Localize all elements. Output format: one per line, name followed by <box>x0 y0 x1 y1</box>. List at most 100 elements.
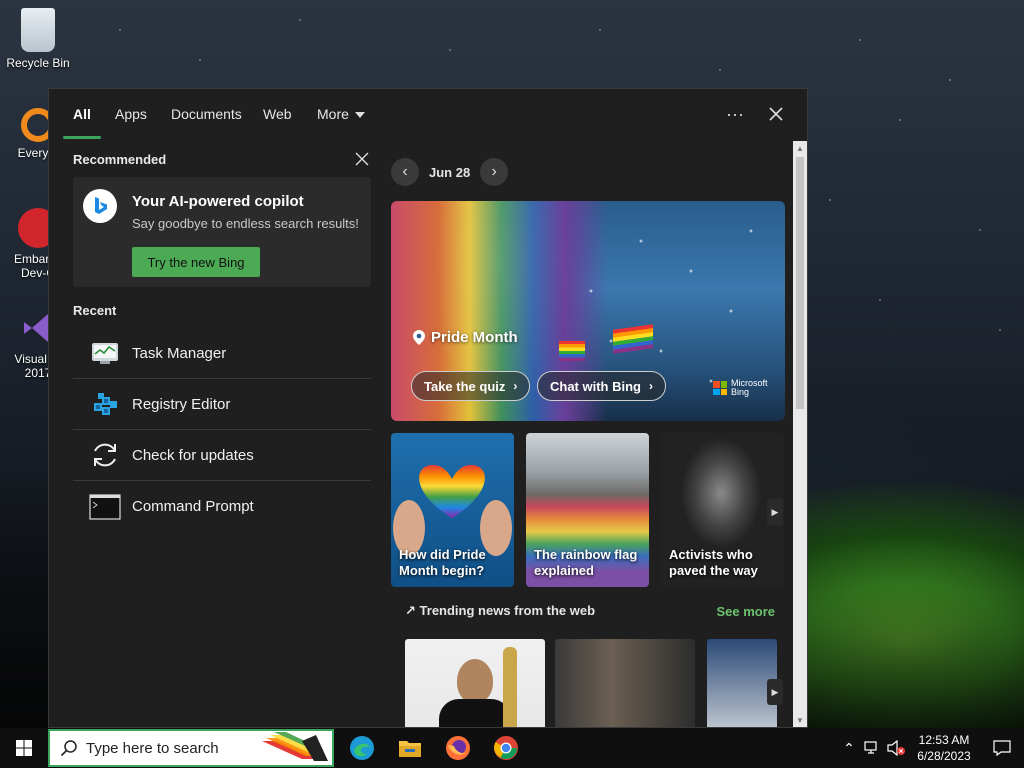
recent-item-label: Command Prompt <box>132 498 254 515</box>
caret-right-icon: ▶ <box>771 686 779 697</box>
story-tile[interactable]: The rainbow flag explained <box>526 433 649 587</box>
network-icon[interactable] <box>860 741 884 755</box>
file-explorer-icon <box>399 741 421 757</box>
microsoft-bing-logo: Microsoft Bing <box>713 379 769 397</box>
trending-header: ↗ Trending news from the web See more <box>405 603 775 619</box>
bing-promo-card: Your AI-powered copilot Say goodbye to e… <box>73 177 371 287</box>
next-tiles-button[interactable]: ▶ <box>767 499 783 525</box>
notification-center-button[interactable] <box>980 740 1024 756</box>
taskbar-chrome[interactable] <box>482 728 530 768</box>
tile-title: Activists who paved the way <box>669 547 758 578</box>
tab-web[interactable]: Web <box>263 106 292 122</box>
recent-item-task-manager[interactable]: Task Manager <box>73 328 371 379</box>
tab-more-label: More <box>317 106 349 122</box>
microsoft-logo-icon <box>713 381 727 395</box>
chevron-right-icon: › <box>513 379 518 393</box>
taskbar-firefox[interactable] <box>434 728 482 768</box>
left-column: Recommended Your AI-powered copilot Say … <box>73 151 371 532</box>
volume-muted-icon[interactable] <box>884 740 908 756</box>
search-tabs: All Apps Documents Web More ··· <box>49 89 807 139</box>
story-tile[interactable]: How did Pride Month begin? <box>391 433 514 587</box>
chat-with-bing-button[interactable]: Chat with Bing › <box>537 371 666 401</box>
registry-editor-icon <box>88 387 122 421</box>
close-search-button[interactable] <box>761 101 791 127</box>
pill-label: Take the quiz <box>424 378 506 394</box>
next-day-button[interactable]: › <box>480 158 509 186</box>
taskbar-edge[interactable] <box>338 728 386 768</box>
card-title: Your AI-powered copilot <box>132 193 304 210</box>
scrollbar-thumb[interactable] <box>796 157 804 409</box>
rainbow-flag-image <box>559 341 585 361</box>
clock-time: 12:53 AM <box>918 733 970 747</box>
clock[interactable]: 12:53 AM 6/28/2023 <box>908 732 980 764</box>
recent-item-command-prompt[interactable]: Command Prompt <box>73 481 371 532</box>
news-image <box>457 659 493 703</box>
date-label: Jun 28 <box>429 164 471 180</box>
notification-icon <box>993 740 1011 756</box>
search-icon <box>60 740 77 757</box>
command-prompt-icon <box>88 490 122 524</box>
recent-item-label: Check for updates <box>132 446 254 464</box>
taskbar-file-explorer[interactable] <box>386 728 434 768</box>
story-tile[interactable]: Activists who paved the way <box>661 433 784 587</box>
recommended-title: Recommended <box>73 151 167 167</box>
tile-title: The rainbow flag explained <box>534 547 638 578</box>
scroll-down-icon[interactable]: ▼ <box>793 713 807 727</box>
start-button[interactable] <box>0 728 48 768</box>
dismiss-recommended-icon[interactable] <box>355 152 369 166</box>
news-image <box>439 699 511 727</box>
news-thumbnail[interactable] <box>555 639 695 727</box>
scrollbar[interactable]: ▲ ▼ <box>793 141 807 727</box>
chevron-left-icon: ‹ <box>402 163 408 180</box>
recent-item-check-for-updates[interactable]: Check for updates <box>73 430 371 481</box>
brand-label: Microsoft Bing <box>731 378 768 397</box>
news-thumbnail[interactable] <box>405 639 545 727</box>
recent-item-label: Registry Editor <box>132 395 231 413</box>
system-tray: ⌃ 12:53 AM 6/28/2023 <box>838 728 1024 768</box>
card-subtitle: Say goodbye to endless search results! <box>132 216 359 231</box>
recent-title: Recent <box>73 303 117 318</box>
show-hidden-icons-button[interactable]: ⌃ <box>838 740 860 757</box>
refresh-icon <box>88 438 122 472</box>
bing-logo-icon <box>83 189 117 223</box>
recent-item-registry-editor[interactable]: Registry Editor <box>73 379 371 430</box>
next-news-button[interactable]: ▶ <box>767 679 783 705</box>
chevron-up-icon: ⌃ <box>843 739 855 756</box>
scroll-up-icon[interactable]: ▲ <box>793 141 807 155</box>
search-highlight-image <box>262 732 328 761</box>
task-manager-icon <box>88 336 122 370</box>
tab-all[interactable]: All <box>73 106 91 122</box>
hero-title: Pride Month <box>413 329 518 346</box>
chevron-down-icon <box>354 112 365 119</box>
desktop-icon-recycle-bin[interactable]: Recycle Bin <box>4 8 72 70</box>
news-image <box>503 647 517 727</box>
see-more-link[interactable]: See more <box>716 604 775 619</box>
story-tiles: How did Pride Month begin? The rainbow f… <box>391 433 785 587</box>
trending-title-text: Trending news from the web <box>419 603 596 618</box>
trending-icon: ↗ <box>405 603 416 618</box>
right-column: ‹ Jun 28 › Pride Month Take the quiz › Ch… <box>391 158 791 727</box>
tile-title: How did Pride Month begin? <box>399 547 486 578</box>
previous-day-button[interactable]: ‹ <box>391 158 419 186</box>
ellipsis-icon: ··· <box>726 103 744 124</box>
taskbar: Type here to search ⌃ 12:53 AM 6/28/2023 <box>0 728 1024 768</box>
recent-list: Task Manager Registry Editor Check for u… <box>73 328 371 532</box>
clock-date: 6/28/2023 <box>917 749 971 763</box>
try-bing-button[interactable]: Try the new Bing <box>132 247 260 277</box>
tab-apps[interactable]: Apps <box>115 106 147 122</box>
firefox-icon <box>446 736 470 760</box>
edge-icon <box>350 736 374 760</box>
recent-item-label: Task Manager <box>132 344 227 362</box>
date-navigation: ‹ Jun 28 › <box>391 158 791 186</box>
chevron-right-icon: › <box>649 379 653 393</box>
more-options-button[interactable]: ··· <box>720 101 750 127</box>
tab-more[interactable]: More <box>317 106 365 122</box>
recycle-bin-icon <box>21 8 55 52</box>
taskbar-search-box[interactable]: Type here to search <box>48 729 334 767</box>
take-quiz-button[interactable]: Take the quiz › <box>411 371 531 401</box>
search-panel: All Apps Documents Web More ··· Recommen… <box>48 88 808 728</box>
tab-documents[interactable]: Documents <box>171 106 242 122</box>
hero-title-text: Pride Month <box>431 329 518 346</box>
close-icon <box>769 107 783 121</box>
hero-card[interactable]: Pride Month Take the quiz › Chat with Bin… <box>391 201 785 421</box>
